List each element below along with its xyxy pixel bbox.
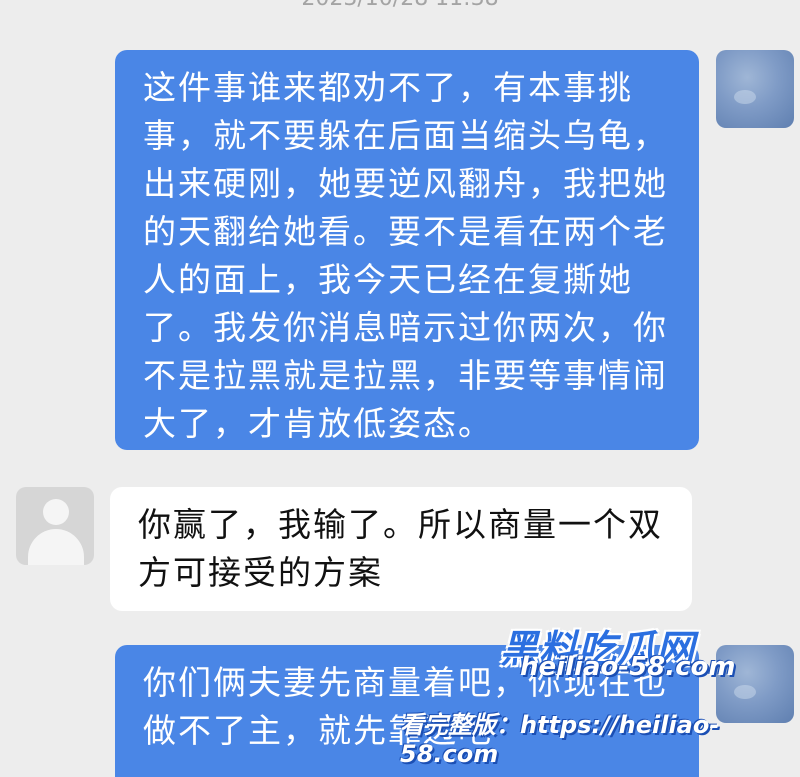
message-line: 你赢了，我输了。所以商量一个双 [138,505,663,544]
message-line: 不是拉黑就是拉黑，非要等事情闹 [143,356,668,395]
message-line: 事，就不要躲在后面当缩头乌龟， [143,116,668,155]
message-line: 的天翻给她看。要不是看在两个老 [143,212,668,251]
default-avatar-head-icon [43,499,69,525]
message-line: 出来硬刚，她要逆风翻舟，我把她 [143,164,668,203]
message-bubble-sent[interactable]: 这件事谁来都劝不了，有本事挑 事，就不要躲在后面当缩头乌龟， 出来硬刚，她要逆风… [115,50,699,450]
self-avatar[interactable] [716,50,794,128]
message-line: 了。我发你消息暗示过你两次，你 [143,308,668,347]
timestamp: 2023/10/28 11:38 [0,0,800,11]
message-line: 方可接受的方案 [138,553,383,592]
default-avatar-body-icon [28,529,84,565]
watermark-full-version: 看完整版：https://heiliao-58.com [400,711,720,768]
message-line: 这件事谁来都劝不了，有本事挑 [143,68,633,107]
message-bubble-received[interactable]: 你赢了，我输了。所以商量一个双 方可接受的方案 [110,487,692,611]
contact-avatar[interactable] [16,487,94,565]
watermark-url: heiliao-58.com [520,652,736,682]
message-line: 大了，才肯放低姿态。 [143,404,493,443]
message-line: 人的面上，我今天已经在复撕她 [143,260,633,299]
